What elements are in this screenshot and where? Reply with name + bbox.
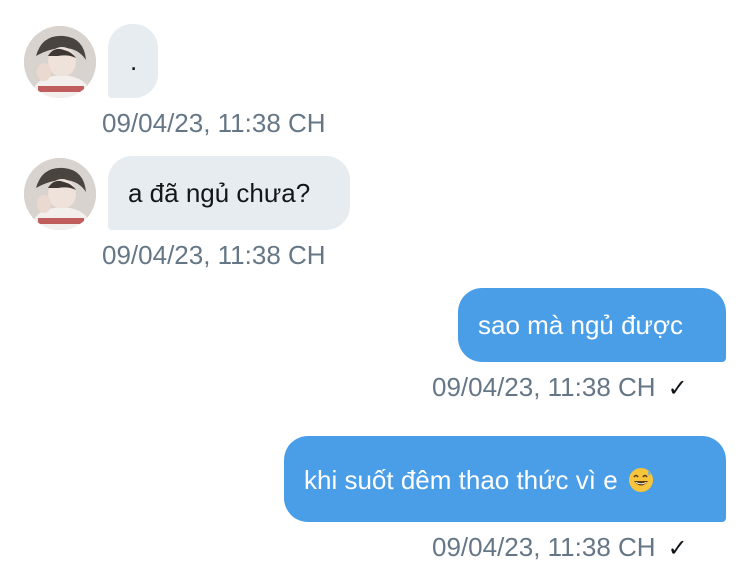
avatar-photo xyxy=(24,158,96,230)
message-bubble-outgoing[interactable]: khi suốt đêm thao thức vì e xyxy=(284,436,726,522)
avatar[interactable] xyxy=(24,26,96,98)
message-bubble-incoming[interactable]: . xyxy=(108,24,158,98)
message-timestamp: 09/04/23, 11:38 CH xyxy=(102,240,326,270)
message-timestamp: 09/04/23, 11:38 CH ✓ xyxy=(432,532,688,562)
message-timestamp: 09/04/23, 11:38 CH xyxy=(102,108,326,138)
avatar-photo xyxy=(24,26,96,98)
message-timestamp: 09/04/23, 11:38 CH ✓ xyxy=(432,372,688,402)
message-bubble-outgoing[interactable]: sao mà ngủ được xyxy=(458,288,726,362)
conversation-thread: . 09/04/23, 11:38 CH a đã ngủ chưa? 09/0… xyxy=(0,0,750,574)
checkmark-icon: ✓ xyxy=(667,535,688,562)
message-text: sao mà ngủ được xyxy=(478,310,684,340)
avatar[interactable] xyxy=(24,158,96,230)
grinning-sweat-emoji-icon xyxy=(628,468,653,492)
checkmark-icon: ✓ xyxy=(667,375,688,402)
message-bubble-incoming[interactable]: a đã ngủ chưa? xyxy=(108,156,350,230)
message-text: a đã ngủ chưa? xyxy=(128,178,311,208)
message-text: khi suốt đêm thao thức vì e xyxy=(304,465,618,495)
message-text: . xyxy=(130,46,138,76)
